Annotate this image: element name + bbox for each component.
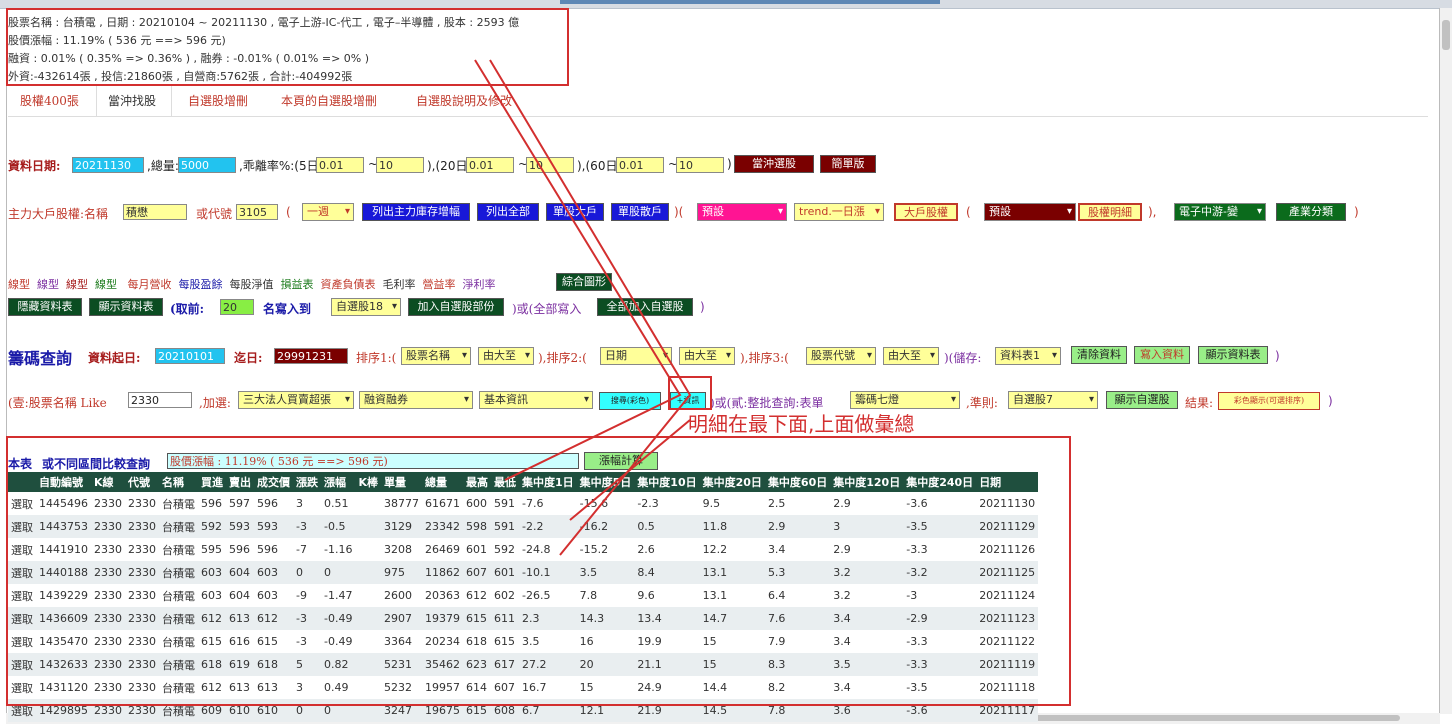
arrow-line xyxy=(569,419,691,521)
annotation-arrows xyxy=(474,59,692,556)
arrow-line xyxy=(474,59,682,481)
